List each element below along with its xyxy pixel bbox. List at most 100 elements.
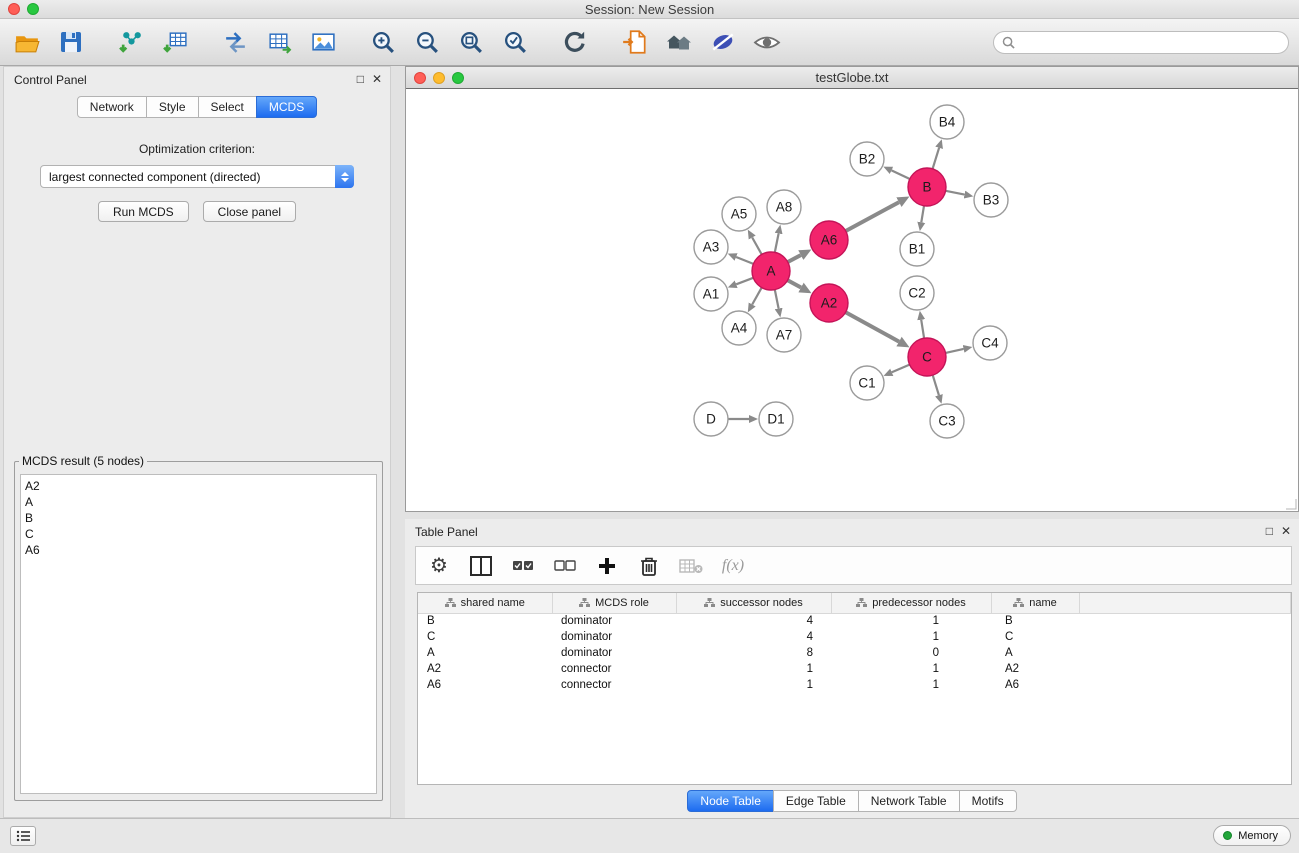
graph-node-C1[interactable]: C1: [850, 366, 884, 400]
network-canvas[interactable]: B4B2BB3A5A8A6B1A3AC2A1A2A4A7C4CC1C3DD1: [406, 89, 1298, 511]
graph-node-A6[interactable]: A6: [810, 221, 848, 259]
network-zoom-button[interactable]: [452, 72, 464, 84]
graph-node-B2[interactable]: B2: [850, 142, 884, 176]
result-item[interactable]: A6: [25, 542, 376, 558]
table-row[interactable]: A2connector11A2: [418, 661, 1291, 677]
float-table-panel-icon[interactable]: □: [1266, 524, 1273, 538]
export-image-button[interactable]: [308, 27, 338, 57]
graph-node-A1[interactable]: A1: [694, 277, 728, 311]
select-all-button[interactable]: [510, 553, 536, 579]
zoom-in-button[interactable]: [368, 27, 398, 57]
network-graph[interactable]: B4B2BB3A5A8A6B1A3AC2A1A2A4A7C4CC1C3DD1: [406, 89, 1298, 511]
graph-node-B3[interactable]: B3: [974, 183, 1008, 217]
window-zoom-button[interactable]: [27, 3, 39, 15]
tab-edge-table[interactable]: Edge Table: [773, 790, 859, 812]
zoom-out-button[interactable]: [412, 27, 442, 57]
zoom-fit-button[interactable]: [456, 27, 486, 57]
graph-edge-A-A2[interactable]: [788, 280, 801, 287]
criterion-dropdown[interactable]: largest connected component (directed): [40, 165, 354, 188]
memory-button[interactable]: Memory: [1213, 825, 1291, 846]
network-minimize-button[interactable]: [433, 72, 445, 84]
graph-node-B[interactable]: B: [908, 168, 946, 206]
graph-node-C3[interactable]: C3: [930, 404, 964, 438]
float-panel-icon[interactable]: □: [357, 72, 364, 86]
tab-network-table[interactable]: Network Table: [858, 790, 960, 812]
zoom-selected-button[interactable]: [500, 27, 530, 57]
graph-edge-C-C1[interactable]: [892, 365, 910, 373]
table-row[interactable]: A6connector11A6: [418, 677, 1291, 693]
graph-node-B4[interactable]: B4: [930, 105, 964, 139]
network-file-button[interactable]: [620, 27, 650, 57]
open-session-button[interactable]: [12, 27, 42, 57]
close-panel-button[interactable]: Close panel: [203, 201, 296, 222]
graph-node-A7[interactable]: A7: [767, 318, 801, 352]
resize-grip[interactable]: [1285, 498, 1297, 510]
result-item[interactable]: B: [25, 510, 376, 526]
export-network-button[interactable]: [220, 27, 250, 57]
column-header-MCDS-role[interactable]: MCDS role: [552, 593, 676, 613]
tab-mcds[interactable]: MCDS: [256, 96, 317, 118]
graph-edge-B-B1[interactable]: [921, 206, 924, 223]
save-session-button[interactable]: [56, 27, 86, 57]
export-table-button[interactable]: [264, 27, 294, 57]
function-builder-button[interactable]: f(x): [720, 553, 746, 579]
graph-node-B1[interactable]: B1: [900, 232, 934, 266]
import-network-button[interactable]: [116, 27, 146, 57]
table-row[interactable]: Bdominator41B: [418, 613, 1291, 629]
window-close-button[interactable]: [8, 3, 20, 15]
task-history-button[interactable]: [10, 826, 36, 846]
graph-edge-A-A7[interactable]: [775, 290, 779, 309]
deselect-all-button[interactable]: [552, 553, 578, 579]
graph-edge-B-B4[interactable]: [933, 148, 940, 169]
graph-node-D[interactable]: D: [694, 402, 728, 436]
graph-node-A2[interactable]: A2: [810, 284, 848, 322]
graph-edge-A-A5[interactable]: [752, 238, 762, 255]
network-window-titlebar[interactable]: testGlobe.txt: [406, 67, 1298, 89]
table-row[interactable]: Cdominator41C: [418, 629, 1291, 645]
add-column-button[interactable]: [594, 553, 620, 579]
graph-edge-A6-B[interactable]: [846, 202, 899, 231]
graph-node-C4[interactable]: C4: [973, 326, 1007, 360]
table-settings-button[interactable]: ⚙: [426, 553, 452, 579]
import-table-button[interactable]: [160, 27, 190, 57]
delete-column-button[interactable]: [636, 553, 662, 579]
graph-node-C2[interactable]: C2: [900, 276, 934, 310]
graph-edge-A2-C[interactable]: [846, 312, 899, 341]
graph-edge-B-B2[interactable]: [892, 170, 910, 179]
tab-node-table[interactable]: Node Table: [687, 790, 774, 812]
graph-edge-A-A6[interactable]: [788, 255, 801, 262]
search-input[interactable]: [1020, 36, 1280, 50]
network-close-button[interactable]: [414, 72, 426, 84]
graph-node-A5[interactable]: A5: [722, 197, 756, 231]
graph-node-D1[interactable]: D1: [759, 402, 793, 436]
result-item[interactable]: A: [25, 494, 376, 510]
result-item[interactable]: C: [25, 526, 376, 542]
tab-motifs[interactable]: Motifs: [959, 790, 1017, 812]
tab-style[interactable]: Style: [146, 96, 199, 118]
column-header-predecessor-nodes[interactable]: predecessor nodes: [831, 593, 991, 613]
graph-node-A[interactable]: A: [752, 252, 790, 290]
graph-edge-A-A8[interactable]: [775, 234, 779, 253]
graph-edge-A-A4[interactable]: [752, 288, 762, 305]
column-header-shared-name[interactable]: shared name: [418, 593, 552, 613]
graph-edge-C-C3[interactable]: [933, 375, 939, 395]
table-row[interactable]: Adominator80A: [418, 645, 1291, 661]
graph-edge-A-A1[interactable]: [736, 278, 753, 285]
graph-edge-A-A3[interactable]: [736, 257, 753, 264]
close-table-panel-icon[interactable]: ✕: [1281, 524, 1291, 538]
column-selector-button[interactable]: [468, 553, 494, 579]
search-box[interactable]: [993, 31, 1289, 54]
tab-select[interactable]: Select: [198, 96, 257, 118]
first-neighbors-button[interactable]: [664, 27, 694, 57]
graph-node-C[interactable]: C: [908, 338, 946, 376]
close-panel-icon[interactable]: ✕: [372, 72, 382, 86]
graph-edge-C-C4[interactable]: [946, 349, 964, 353]
apply-layout-button[interactable]: [560, 27, 590, 57]
graph-edge-B-B3[interactable]: [946, 191, 965, 195]
graphics-details-button[interactable]: [708, 27, 738, 57]
graph-edge-C-C2[interactable]: [921, 320, 924, 339]
run-mcds-button[interactable]: Run MCDS: [98, 201, 189, 222]
bird-eye-view-button[interactable]: [752, 27, 782, 57]
tab-network[interactable]: Network: [77, 96, 147, 118]
graph-node-A4[interactable]: A4: [722, 311, 756, 345]
